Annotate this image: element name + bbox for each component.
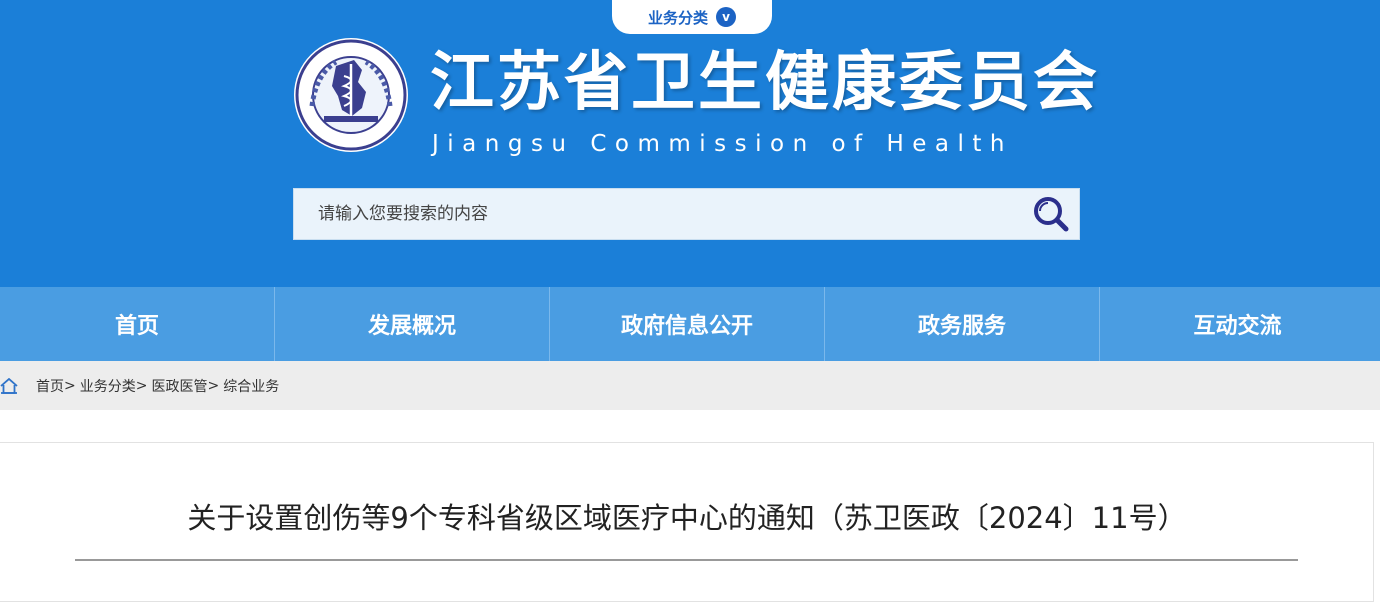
nav-item-government-info[interactable]: 政府信息公开 xyxy=(550,287,825,361)
nav-item-interaction[interactable]: 互动交流 xyxy=(1100,287,1375,361)
commission-logo[interactable] xyxy=(292,36,410,154)
title-divider xyxy=(75,559,1298,561)
main-nav: 首页 发展概况 政府信息公开 政务服务 互动交流 xyxy=(0,287,1380,361)
search-icon xyxy=(1034,197,1069,232)
site-header: 业务分类 v 江苏省卫生健康委员会 Jiangsu Commission of … xyxy=(0,0,1380,287)
site-title-chinese: 江苏省卫生健康委员会 xyxy=(430,46,1100,120)
category-dropdown-tab[interactable]: 业务分类 v xyxy=(612,0,772,34)
breadcrumb-item-business-category[interactable]: 业务分类 xyxy=(80,376,136,396)
breadcrumb-separator: > xyxy=(64,377,76,394)
home-icon[interactable] xyxy=(0,361,36,410)
nav-item-government-services[interactable]: 政务服务 xyxy=(825,287,1100,361)
emblem-seal-icon xyxy=(294,38,408,152)
breadcrumb: 首页 > 业务分类 > 医政医管 > 综合业务 xyxy=(0,361,1380,410)
nav-item-home[interactable]: 首页 xyxy=(0,287,275,361)
article-panel: 关于设置创伤等9个专科省级区域医疗中心的通知（苏卫医政〔2024〕11号） xyxy=(0,442,1374,602)
breadcrumb-separator: > xyxy=(135,377,148,394)
breadcrumb-item-medical-admin[interactable]: 医政医管 xyxy=(151,376,207,396)
search-button[interactable] xyxy=(1023,189,1079,239)
nav-item-development-overview[interactable]: 发展概况 xyxy=(275,287,550,361)
search-input[interactable] xyxy=(294,189,1023,239)
breadcrumb-item-general-business[interactable]: 综合业务 xyxy=(223,376,279,396)
chevron-down-icon: v xyxy=(716,7,736,27)
search-bar xyxy=(293,188,1080,240)
site-title-english: Jiangsu Commission of Health xyxy=(432,131,1013,157)
article-title: 关于设置创伤等9个专科省级区域医疗中心的通知（苏卫医政〔2024〕11号） xyxy=(187,501,1187,535)
breadcrumb-item-home[interactable]: 首页 xyxy=(36,376,64,396)
breadcrumb-separator: > xyxy=(207,377,220,394)
category-tab-label: 业务分类 xyxy=(647,8,708,27)
